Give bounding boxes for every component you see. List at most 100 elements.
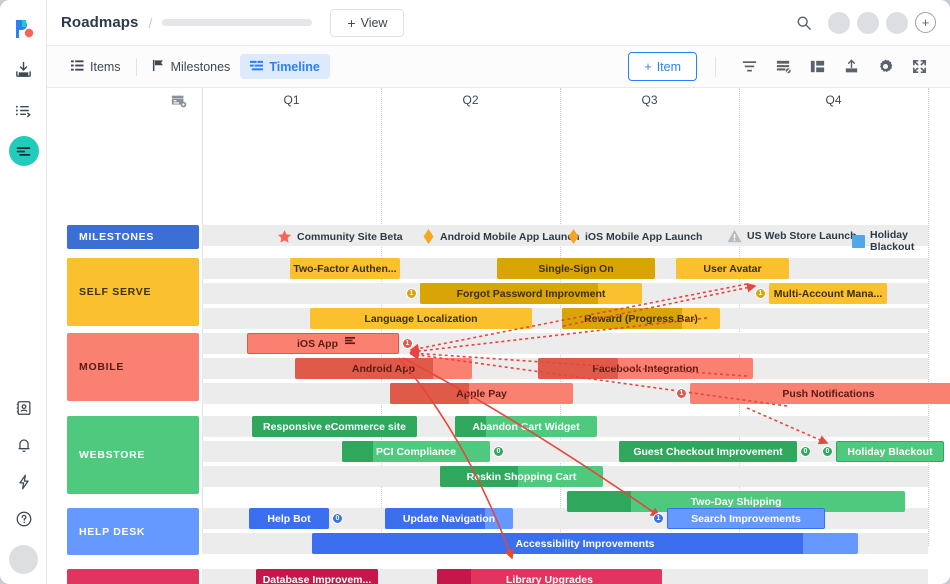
timeline-bar[interactable]: Update Navigation [385, 508, 513, 529]
add-member-button[interactable]: + [915, 12, 936, 33]
bar-label: Single-Sign On [538, 262, 614, 275]
bar-label: Accessibility Improvements [515, 537, 655, 550]
avatar[interactable] [886, 11, 908, 34]
bell-icon[interactable] [0, 428, 47, 462]
timeline-bar[interactable]: User Avatar [676, 258, 789, 279]
dependency-count-badge[interactable]: 1 [653, 513, 664, 524]
upload-icon[interactable] [834, 58, 868, 75]
timeline-icon [250, 59, 264, 75]
bar-label: Library Upgrades [506, 573, 593, 584]
timeline-bar[interactable]: Holiday Blackout [836, 441, 944, 462]
sidebar-item-roadmaps[interactable] [0, 134, 47, 168]
timeline-bar[interactable]: Guest Checkout Improvement [619, 441, 797, 462]
timeline-bar[interactable]: Two-Factor Authen... [290, 258, 400, 279]
swimlane-label-infrastructure[interactable]: INFRASTRUCTURE [67, 569, 199, 584]
bar-label: Facebook Integration [592, 362, 699, 375]
warning-icon [727, 229, 742, 243]
timeline-bar[interactable]: Responsive eCommerce site [252, 416, 417, 437]
bar-label: Two-Day Shipping [690, 495, 782, 508]
tab-milestones[interactable]: Milestones [142, 54, 241, 79]
plus-icon: + [644, 59, 652, 74]
timeline-bar[interactable]: Database Improvem... [256, 569, 378, 584]
swimlane-label-milestones[interactable]: MILESTONES [67, 225, 199, 249]
dependency-count-badge[interactable]: 1 [402, 338, 413, 349]
plus-icon: + [347, 14, 356, 31]
avatar[interactable] [857, 11, 879, 34]
add-view-button[interactable]: + View [330, 8, 405, 37]
dependency-count-badge[interactable]: 0 [493, 446, 504, 457]
dependency-count-badge[interactable]: 1 [676, 388, 687, 399]
question-circle-icon[interactable] [0, 502, 47, 536]
timeline-bar[interactable]: PCI Compliance [342, 441, 490, 462]
swimlane-label-self-serve[interactable]: SELF SERVE [67, 258, 199, 326]
milestone-label: iOS Mobile App Launch [585, 230, 703, 243]
add-item-label: Item [656, 59, 681, 74]
roadmap-app-window: Roadmaps / + View + Items Milestones Tim… [0, 0, 950, 584]
timeline-bar[interactable]: Multi-Account Mana... [769, 283, 887, 304]
milestone-marker[interactable]: Holiday Blackout [852, 229, 950, 253]
timeline-bar[interactable]: Library Upgrades [437, 569, 662, 584]
timeline-bar[interactable]: Push Notifications [690, 383, 950, 404]
bar-progress-fill [567, 491, 632, 512]
list-icon [71, 59, 84, 75]
page-title: Roadmaps [61, 14, 139, 31]
tab-items[interactable]: Items [61, 54, 131, 79]
search-icon[interactable] [796, 15, 812, 31]
dependency-count-badge[interactable]: 0 [800, 446, 811, 457]
swimlane-label-help-desk[interactable]: HELP DESK [67, 508, 199, 555]
timeline-bar[interactable]: Search Improvements [667, 508, 825, 529]
bar-label: Abandon Cart Widget [472, 420, 580, 433]
filter-icon[interactable] [732, 58, 766, 75]
dependency-count-badge[interactable]: 1 [406, 288, 417, 299]
milestone-label: Holiday Blackout [870, 229, 915, 253]
group-icon[interactable] [766, 58, 800, 75]
timeline-bar[interactable]: Reward (Progress Bar) [562, 308, 720, 329]
tab-timeline[interactable]: Timeline [240, 54, 330, 79]
milestone-marker[interactable]: iOS Mobile App Launch [567, 229, 702, 244]
calendar-settings-icon[interactable] [171, 93, 187, 114]
lightning-icon[interactable] [0, 465, 47, 499]
dependency-count-badge[interactable]: 1 [755, 288, 766, 299]
swimlane-label-webstore[interactable]: WEBSTORE [67, 416, 199, 494]
tab-timeline-label: Timeline [269, 59, 320, 74]
bar-label: Database Improvem... [262, 573, 372, 584]
dependency-count-badge[interactable]: 0 [332, 513, 343, 524]
swimlane-label-text: SELF SERVE [79, 286, 152, 298]
timeline-bar[interactable]: Accessibility Improvements [312, 533, 858, 554]
milestone-marker[interactable]: Android Mobile App Launch [422, 229, 580, 244]
toolbar-divider [135, 57, 137, 76]
add-item-button[interactable]: + Item [628, 52, 697, 81]
avatar[interactable] [828, 11, 850, 34]
inbox-download-icon[interactable] [0, 52, 47, 86]
timeline-bar[interactable]: Facebook Integration [538, 358, 753, 379]
timeline-bar[interactable]: Forgot Password Improvment [420, 283, 642, 304]
timeline-bar[interactable]: Abandon Cart Widget [455, 416, 597, 437]
bar-label: iOS App [296, 337, 339, 350]
timeline-bar[interactable]: Language Localization [310, 308, 532, 329]
app-logo-icon[interactable] [0, 12, 47, 46]
breadcrumb-separator: / [148, 14, 153, 31]
swimlane-label-text: MOBILE [79, 361, 125, 373]
swimlane-label-mobile[interactable]: MOBILE [67, 333, 199, 401]
dependency-count-badge[interactable]: 0 [822, 446, 833, 457]
timeline-bar[interactable]: Reskin Shopping Cart [440, 466, 603, 487]
milestone-marker[interactable]: Community Site Beta [277, 229, 403, 244]
timeline-bar[interactable]: Apple Pay [390, 383, 573, 404]
contact-card-icon[interactable] [0, 391, 47, 425]
timeline-bar[interactable]: Android App [295, 358, 472, 379]
timeline-bar[interactable]: iOS App [247, 333, 399, 354]
milestone-marker[interactable]: US Web Store Launch [727, 229, 857, 243]
gear-icon[interactable] [868, 58, 902, 75]
bar-progress-fill [437, 569, 471, 584]
add-view-label: View [360, 15, 388, 30]
swimlane-label-text: WEBSTORE [79, 449, 146, 461]
layout-icon[interactable] [800, 58, 834, 75]
timeline-bar[interactable]: Single-Sign On [497, 258, 655, 279]
bar-label: PCI Compliance [376, 445, 456, 458]
timeline-bar[interactable]: Help Bot [249, 508, 329, 529]
header-right-group: + [796, 11, 936, 34]
fullscreen-icon[interactable] [902, 58, 936, 75]
avatar[interactable] [9, 545, 38, 574]
bar-label: Apple Pay [456, 387, 507, 400]
task-list-icon[interactable] [0, 93, 47, 127]
